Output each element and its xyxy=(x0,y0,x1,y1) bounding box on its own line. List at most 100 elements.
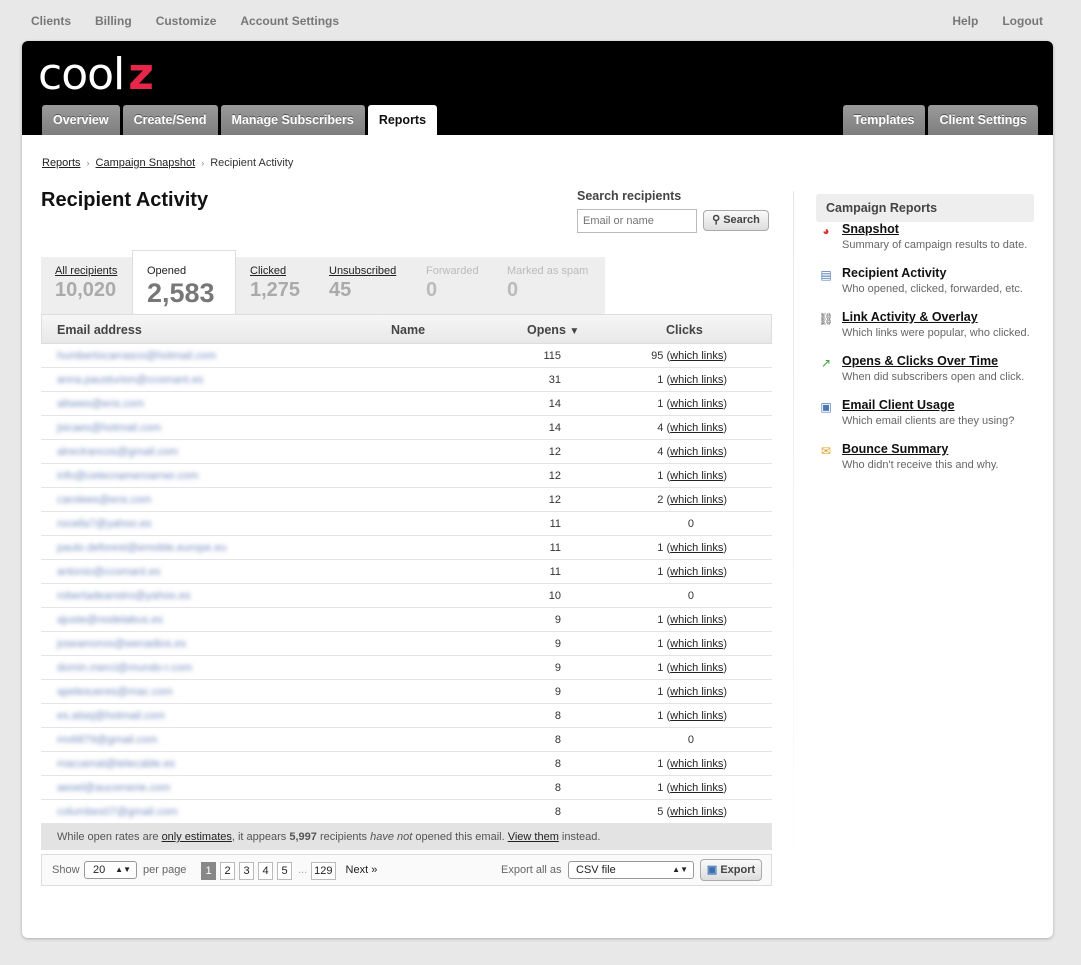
stat-label[interactable]: Clicked xyxy=(250,265,286,277)
nav-customize[interactable]: Customize xyxy=(156,14,217,28)
clicks-cell: 1 (which links) xyxy=(657,398,727,410)
stat-label[interactable]: All recipients xyxy=(55,265,117,277)
nav-billing[interactable]: Billing xyxy=(95,14,132,28)
email-cell[interactable]: apelesueres@mac.com xyxy=(57,686,173,698)
sidebar-item-link-activity[interactable]: ⛓ Link Activity & Overlay Which links we… xyxy=(816,310,1034,354)
sidebar-item-title[interactable]: Email Client Usage xyxy=(842,398,1034,412)
not-opened-count: 5,997 xyxy=(289,831,317,843)
sidebar-item-title[interactable]: Bounce Summary xyxy=(842,442,1034,456)
nav-help[interactable]: Help xyxy=(952,14,978,28)
email-cell[interactable]: domin.merci@mundo-r.com xyxy=(57,662,192,674)
email-cell[interactable]: joseamoros@wenadios.es xyxy=(57,638,186,650)
which-links-link[interactable]: which links xyxy=(670,758,723,770)
tab-reports[interactable]: Reports xyxy=(367,105,438,135)
email-cell[interactable]: aeoel@aucomerie.com xyxy=(57,782,170,794)
breadcrumb-campaign-snapshot[interactable]: Campaign Snapshot xyxy=(96,157,196,169)
email-cell[interactable]: alrectrancos@gmail.com xyxy=(57,446,178,458)
which-links-link[interactable]: which links xyxy=(670,662,723,674)
stat-tab-all-recipients[interactable]: All recipients 10,020 xyxy=(41,257,132,314)
email-cell[interactable]: jsicaes@hotmail.com xyxy=(57,422,161,434)
tab-templates[interactable]: Templates xyxy=(842,105,926,135)
email-cell[interactable]: es.alsej@hotmail.com xyxy=(57,710,165,722)
which-links-link[interactable]: which links xyxy=(670,614,723,626)
sidebar-item-snapshot[interactable]: ◕ Snapshot Summary of campaign results t… xyxy=(816,222,1034,266)
which-links-link[interactable]: which links xyxy=(670,686,723,698)
page-1[interactable]: 1 xyxy=(201,862,216,880)
opens-cell: 11 xyxy=(549,518,561,530)
stat-tab-clicked[interactable]: Clicked 1,275 xyxy=(236,257,315,314)
which-links-link[interactable]: which links xyxy=(670,350,723,362)
email-cell[interactable]: ajuste@nodelabus.es xyxy=(57,614,163,626)
view-them-link[interactable]: View them xyxy=(508,831,559,843)
stat-tab-opened[interactable]: Opened 2,583 xyxy=(132,250,236,314)
stat-tab-unsubscribed[interactable]: Unsubscribed 45 xyxy=(315,257,412,314)
note-mid1: , it appears xyxy=(231,831,287,843)
which-links-link[interactable]: which links xyxy=(670,542,723,554)
campaign-reports-sidebar: Campaign Reports ◕ Snapshot Summary of c… xyxy=(816,194,1034,486)
nav-account-settings[interactable]: Account Settings xyxy=(240,14,339,28)
page-4[interactable]: 4 xyxy=(258,862,273,880)
nav-clients[interactable]: Clients xyxy=(31,14,71,28)
which-links-link[interactable]: which links xyxy=(670,494,723,506)
email-cell[interactable]: rocella7@yahoo.es xyxy=(57,518,151,530)
next-page-link[interactable]: Next » xyxy=(344,862,380,880)
sidebar-item-desc: Summary of campaign results to date. xyxy=(842,239,1028,251)
column-clicks[interactable]: Clicks xyxy=(666,323,703,337)
column-opens[interactable]: Opens ▼ xyxy=(527,323,579,337)
search-button[interactable]: ⚲ Search xyxy=(703,210,769,231)
tab-manage-subscribers[interactable]: Manage Subscribers xyxy=(220,105,365,135)
stat-label[interactable]: Unsubscribed xyxy=(329,265,396,277)
breadcrumb-reports[interactable]: Reports xyxy=(42,157,81,169)
page-2[interactable]: 2 xyxy=(220,862,235,880)
which-links-link[interactable]: which links xyxy=(670,422,723,434)
which-links-link[interactable]: which links xyxy=(670,470,723,482)
email-cell[interactable]: columbes07@gmail.com xyxy=(57,806,178,818)
email-cell[interactable]: humbertocarrasco@hotmail.com xyxy=(57,350,216,362)
sidebar-item-opens-clicks[interactable]: ↗ Opens & Clicks Over Time When did subs… xyxy=(816,354,1034,398)
which-links-link[interactable]: which links xyxy=(670,398,723,410)
email-cell[interactable]: antonio@ccomant.es xyxy=(57,566,161,578)
sidebar-item-bounce-summary[interactable]: ✉ Bounce Summary Who didn't receive this… xyxy=(816,442,1034,486)
sidebar-item-title[interactable]: Link Activity & Overlay xyxy=(842,310,1034,324)
search-input[interactable] xyxy=(577,209,697,233)
email-cell[interactable]: paulo.deforest@emoble.europe.eu xyxy=(57,542,227,554)
which-links-link[interactable]: which links xyxy=(670,638,723,650)
table-row: mv6879@gmail.com 8 0 xyxy=(41,728,772,752)
recipients-table: Email address Name Opens ▼ Clicks humber… xyxy=(41,314,772,886)
tab-overview[interactable]: Overview xyxy=(42,105,120,135)
sidebar-item-title[interactable]: Snapshot xyxy=(842,222,1034,236)
email-cell[interactable]: mv6879@gmail.com xyxy=(57,734,157,746)
email-cell[interactable]: robertadeanstro@yahoo.es xyxy=(57,590,190,602)
sidebar-item-email-client-usage[interactable]: ▣ Email Client Usage Which email clients… xyxy=(816,398,1034,442)
which-links-link[interactable]: which links xyxy=(670,710,723,722)
page-3[interactable]: 3 xyxy=(239,862,254,880)
email-cell[interactable]: info@cetecnameroarner.com xyxy=(57,470,198,482)
tab-create-send[interactable]: Create/Send xyxy=(122,105,218,135)
which-links-link[interactable]: which links xyxy=(670,374,723,386)
only-estimates-link[interactable]: only estimates xyxy=(162,831,232,843)
email-cell[interactable]: alisees@ens.com xyxy=(57,398,144,410)
nav-logout[interactable]: Logout xyxy=(1002,14,1043,28)
which-links-link[interactable]: which links xyxy=(670,446,723,458)
clicks-cell: 0 xyxy=(621,734,694,746)
export-button[interactable]: ▣ Export xyxy=(700,859,762,881)
page-5[interactable]: 5 xyxy=(277,862,292,880)
tab-client-settings[interactable]: Client Settings xyxy=(928,105,1038,135)
which-links-link[interactable]: which links xyxy=(670,782,723,794)
sidebar-divider xyxy=(793,191,794,901)
email-cell[interactable]: macuenat@telecable.es xyxy=(57,758,175,770)
page-last[interactable]: 129 xyxy=(311,862,336,880)
column-name[interactable]: Name xyxy=(391,323,425,337)
export-format-select[interactable]: CSV file ▲▼ xyxy=(568,861,694,879)
per-page-select[interactable]: 20 ▲▼ xyxy=(84,861,137,879)
table-row: aeoel@aucomerie.com 8 1 (which links) xyxy=(41,776,772,800)
search-button-label: Search xyxy=(723,214,760,226)
stat-value: 0 xyxy=(507,279,519,301)
which-links-link[interactable]: which links xyxy=(670,806,723,818)
which-links-link[interactable]: which links xyxy=(670,566,723,578)
stat-tab-forwarded: Forwarded 0 xyxy=(412,257,493,314)
column-email-address[interactable]: Email address xyxy=(57,323,142,337)
email-cell[interactable]: carolees@ens.com xyxy=(57,494,151,506)
sidebar-item-title[interactable]: Opens & Clicks Over Time xyxy=(842,354,1034,368)
email-cell[interactable]: anna.pausturion@ccomant.es xyxy=(57,374,203,386)
